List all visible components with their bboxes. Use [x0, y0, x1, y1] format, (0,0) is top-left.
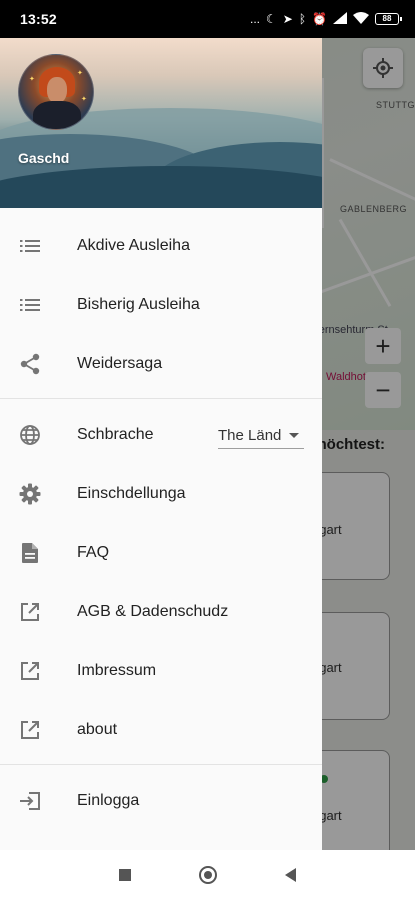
document-icon: [18, 541, 42, 565]
divider: [0, 764, 322, 765]
menu-item-language: Schbrache The Länd: [0, 405, 322, 464]
recents-button[interactable]: [119, 869, 131, 881]
status-icons: ... ☾ ➤ ᛒ ⏰ 88: [250, 11, 402, 27]
alarm-icon: ⏰: [312, 12, 327, 26]
location-arrow-icon: ➤: [282, 12, 293, 26]
status-bar: 13:52 ... ☾ ➤ ᛒ ⏰ 88: [0, 0, 415, 38]
navigation-drawer: ✦ ✦ ✦ Gaschd Akdive Ausleiha Bisherig Au…: [0, 38, 322, 850]
wifi-icon: [353, 11, 369, 27]
globe-icon: [18, 423, 42, 447]
signal-icon: [333, 11, 347, 27]
menu-item-terms[interactable]: AGB & Dadenschudz: [0, 582, 322, 641]
language-dropdown[interactable]: The Länd: [218, 423, 304, 449]
menu-item-label: FAQ: [77, 543, 110, 561]
divider: [0, 398, 322, 399]
menu-item-previous-loans[interactable]: Bisherig Ausleiha: [0, 275, 322, 334]
notification-dots: ...: [250, 12, 261, 26]
menu-item-label: about: [77, 720, 118, 738]
bluetooth-icon: ᛒ: [298, 12, 307, 26]
menu-item-about[interactable]: about: [0, 700, 322, 759]
home-button[interactable]: [199, 866, 217, 884]
status-time: 13:52: [20, 11, 57, 27]
menu-item-faq[interactable]: FAQ: [0, 523, 322, 582]
external-link-icon: [18, 659, 42, 683]
gear-icon: [18, 482, 42, 506]
menu-item-label: Imbressum: [77, 661, 157, 679]
user-name: Gaschd: [18, 150, 70, 166]
menu-item-label: Schbrache: [77, 425, 154, 443]
back-button[interactable]: [285, 868, 296, 882]
battery-icon: 88: [375, 13, 402, 25]
dropdown-caret-icon: [289, 433, 300, 438]
menu-item-label: Einlogga: [77, 791, 140, 809]
menu-item-label: Bisherig Ausleiha: [77, 295, 200, 313]
menu-item-active-loans[interactable]: Akdive Ausleiha: [0, 216, 322, 275]
menu-item-imprint[interactable]: Imbressum: [0, 641, 322, 700]
language-selected: The Länd: [218, 427, 282, 444]
menu-item-settings[interactable]: Einschdellunga: [0, 464, 322, 523]
external-link-icon: [18, 718, 42, 742]
drawer-menu: Akdive Ausleiha Bisherig Ausleiha Weider…: [0, 208, 322, 830]
menu-item-share[interactable]: Weidersaga: [0, 334, 322, 393]
menu-item-label: Akdive Ausleiha: [77, 236, 190, 254]
moon-icon: ☾: [266, 12, 277, 26]
drawer-header: ✦ ✦ ✦ Gaschd: [0, 38, 322, 208]
share-icon: [18, 352, 42, 376]
menu-item-login[interactable]: Einlogga: [0, 771, 322, 830]
avatar[interactable]: ✦ ✦ ✦: [18, 54, 94, 130]
menu-item-label: Einschdellunga: [77, 484, 186, 502]
list-icon: [18, 293, 42, 317]
external-link-icon: [18, 600, 42, 624]
list-icon: [18, 234, 42, 258]
menu-item-label: AGB & Dadenschudz: [77, 602, 229, 620]
system-nav-bar: [0, 850, 415, 900]
login-icon: [18, 789, 42, 813]
menu-item-label: Weidersaga: [77, 354, 163, 372]
